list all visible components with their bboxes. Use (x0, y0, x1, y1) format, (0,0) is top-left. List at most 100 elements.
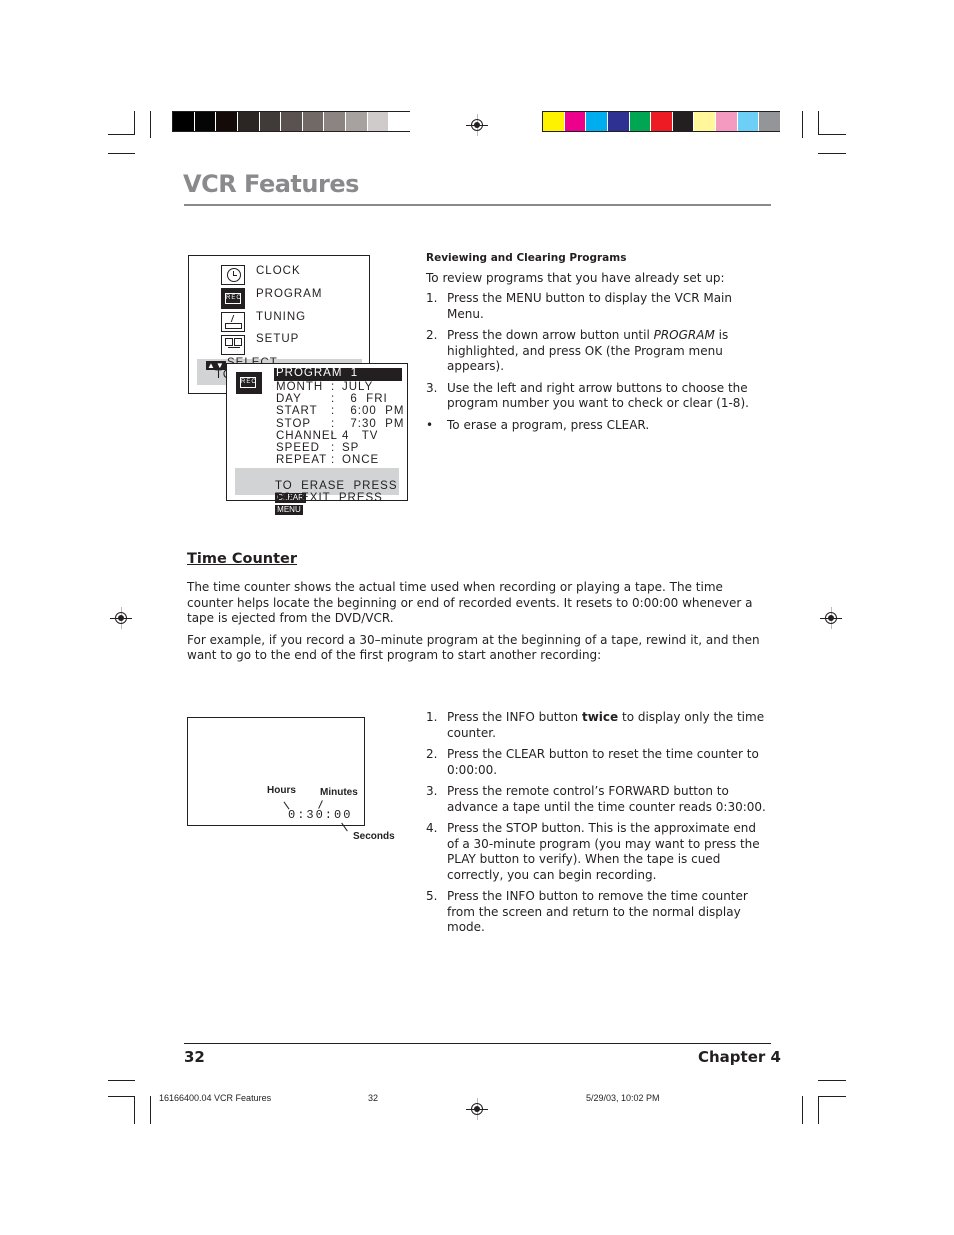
list-item: 1. Press the MENU button to display the V… (426, 291, 732, 321)
crop-mark (134, 1096, 135, 1124)
title-rule (184, 204, 771, 206)
registration-mark-icon (466, 1098, 488, 1120)
rec-icon: REC (236, 372, 262, 394)
registration-mark-icon (820, 607, 842, 629)
setting-label: SPEED (276, 442, 320, 454)
setting-value: 7:30 PM (342, 417, 405, 430)
slug-page: 32 (368, 1093, 379, 1103)
color-swatch (759, 112, 780, 131)
time-counter-intro: The time counter shows the actual time u… (187, 580, 772, 664)
crop-mark (150, 1096, 151, 1124)
bullet-item: • To erase a program, press CLEAR. (426, 417, 650, 432)
crop-mark (818, 111, 819, 135)
color-swatch (543, 112, 564, 131)
slug-file: 16166400.04 VCR Features (159, 1093, 272, 1103)
color-swatch (607, 112, 629, 131)
setting-label: MONTH (276, 381, 324, 393)
color-swatch (651, 112, 672, 131)
setup-icon (221, 335, 245, 355)
slug-date: 5/29/03, 10:02 PM (586, 1093, 660, 1103)
grayscale-swatch-strip (172, 111, 410, 132)
grayscale-swatch (324, 112, 346, 131)
time-counter-heading: Time Counter (187, 551, 298, 567)
color-swatch (586, 112, 607, 131)
menu-item-setup: SETUP (256, 333, 300, 345)
registration-mark-icon (466, 114, 488, 136)
program-title: PROGRAM 1 (276, 367, 359, 379)
reviewing-heading: Reviewing and Clearing Programs (426, 252, 627, 264)
setting-label: DAY (276, 393, 302, 406)
list-item: 2. Press the CLEAR button to reset the ti… (426, 747, 759, 777)
list-item: 5. Press the INFO button to remove the ti… (426, 889, 748, 934)
footer-rule (184, 1043, 771, 1044)
seconds-label: Seconds (353, 831, 395, 842)
color-swatch-strip (542, 111, 780, 132)
crop-mark (818, 134, 846, 135)
color-swatch (716, 112, 737, 131)
rec-icon: REC (221, 288, 245, 309)
color-swatch (672, 112, 694, 131)
crop-mark (818, 1080, 846, 1081)
grayscale-swatch (237, 112, 259, 131)
grayscale-swatch (281, 112, 302, 131)
setting-separator: : (331, 442, 336, 454)
grayscale-swatch (346, 112, 367, 131)
setting-value: ONCE (342, 454, 380, 467)
grayscale-swatch (173, 112, 194, 131)
program-footer-bar: TO ERASE PRESS CLEAR TO EXIT PRESS MENU (235, 468, 399, 515)
grayscale-swatch (389, 112, 410, 131)
grayscale-swatch (367, 112, 389, 131)
grayscale-swatch (259, 112, 281, 131)
grayscale-swatch (216, 112, 237, 131)
setting-value: 6:00 PM (342, 405, 405, 418)
reviewing-steps: 1. Press the MENU button to display the V… (426, 291, 771, 433)
time-counter-screen: Hours Minutes 0:30:00 (187, 717, 365, 826)
time-counter-para-1: The time counter shows the actual time u… (187, 580, 753, 625)
time-counter-para-2: For example, if you record a 30–minute p… (187, 632, 760, 663)
grayscale-swatch (302, 112, 324, 131)
setting-separator: : (331, 454, 336, 467)
crop-mark (802, 111, 803, 138)
reviewing-intro: To review programs that you have already… (426, 270, 725, 285)
crop-mark (108, 134, 135, 135)
crop-mark (108, 1096, 135, 1097)
reviewing-section: Reviewing and Clearing Programs To revie… (426, 251, 771, 439)
page-number: 32 (184, 1048, 205, 1066)
setting-value: 6 FRI (342, 393, 388, 406)
menu-item-tuning: TUNING (256, 311, 307, 323)
color-swatch (564, 112, 586, 131)
color-swatch (737, 112, 759, 131)
setting-label: START (276, 405, 318, 418)
clock-icon (221, 265, 245, 285)
menu-item-clock: CLOCK (256, 265, 301, 277)
crop-mark (108, 153, 135, 154)
page-title: VCR Features (183, 170, 359, 198)
chapter-label: Chapter 4 (698, 1048, 781, 1066)
crop-mark (818, 153, 846, 154)
list-item: 3. Use the left and right arrow buttons t… (426, 380, 749, 411)
time-counter-steps: 1. Press the INFO button twice to display… (426, 710, 771, 942)
setting-separator: : (331, 429, 336, 442)
tuning-icon (221, 312, 245, 332)
crop-mark (150, 111, 151, 138)
crop-mark (108, 1080, 135, 1081)
list-item: 1. Press the INFO button twice to display… (426, 710, 765, 740)
color-swatch (694, 112, 716, 131)
setting-separator: : (331, 381, 336, 393)
crop-mark (818, 1096, 846, 1097)
menu-item-program: PROGRAM (256, 288, 323, 300)
crop-mark (818, 1096, 819, 1124)
program-title-bar: PROGRAM 1 (274, 367, 402, 381)
crop-mark (802, 1096, 803, 1124)
hours-label: Hours (267, 785, 296, 796)
crop-mark (134, 111, 135, 135)
setting-label: CHANNEL (276, 429, 338, 442)
setting-label: REPEAT (276, 454, 328, 467)
grayscale-swatch (194, 112, 216, 131)
setting-separator: : (331, 417, 336, 430)
setting-separator: : (331, 393, 336, 406)
minutes-label: Minutes (320, 787, 358, 798)
color-swatch (629, 112, 651, 131)
counter-value: 0:30:00 (288, 808, 353, 822)
registration-mark-icon (110, 607, 132, 629)
